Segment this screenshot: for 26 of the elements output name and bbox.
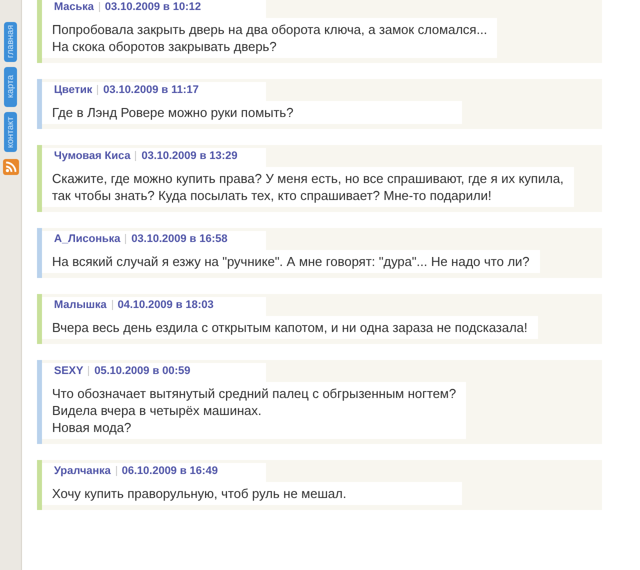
comment-date: 03.10.2009 в 10:12 <box>104 1 201 13</box>
comment-date: 06.10.2009 в 16:49 <box>122 465 218 477</box>
comment-date: 03.10.2009 в 13:29 <box>141 150 238 162</box>
comment-author[interactable]: А_Лисонька <box>54 233 120 245</box>
comment-author[interactable]: Цветик <box>54 84 92 96</box>
comment-text: Новая мода? <box>52 419 132 436</box>
comment-text: Скажите, где можно купить права? У меня есть, но все спрашивают, где я их купила, <box>52 170 564 187</box>
comment-author[interactable]: Уралчанка <box>54 465 111 477</box>
comment-text: На скока оборотов закрывать дверь? <box>52 38 278 55</box>
comment-author[interactable]: Малышка <box>54 299 107 311</box>
comment-author[interactable]: SEXY <box>54 365 84 377</box>
comment-text: Хочу купить праворульную, чтоб руль не мешал. <box>52 485 348 502</box>
comment-text: Где в Лэнд Ровере можно руки помыть? <box>52 104 294 121</box>
comment-text: Вчера весь день ездила с открытым капотом, и ни одна зараза не подсказала! <box>52 319 528 336</box>
comment-date: 05.10.2009 в 00:59 <box>94 365 190 377</box>
comment-text: так чтобы знать? Куда посылать тех, кто спрашивает? Мне-то подарили! <box>52 187 492 204</box>
rss-icon[interactable] <box>2 159 18 175</box>
comment-author[interactable]: Маська <box>54 1 94 13</box>
comment-text: На всякий случай я езжу на "ручнике". А мне говорят: "дура"... Не надо что ли? <box>52 253 530 270</box>
comment-date: 03.10.2009 в 16:58 <box>131 233 228 245</box>
comment-text: Попробовала закрыть дверь на два оборота ключа, а замок сломался... <box>52 21 488 38</box>
comment-text: Видела вчера в четырёх машинах. <box>52 402 262 419</box>
comment-author[interactable]: Чумовая Киса <box>54 150 130 162</box>
comment-date: 03.10.2009 в 11:17 <box>103 84 199 96</box>
comment-date: 04.10.2009 в 18:03 <box>118 299 214 311</box>
comment-text: Что обозначает вытянутый средний палец с обгрызенным ногтем? <box>52 385 456 402</box>
